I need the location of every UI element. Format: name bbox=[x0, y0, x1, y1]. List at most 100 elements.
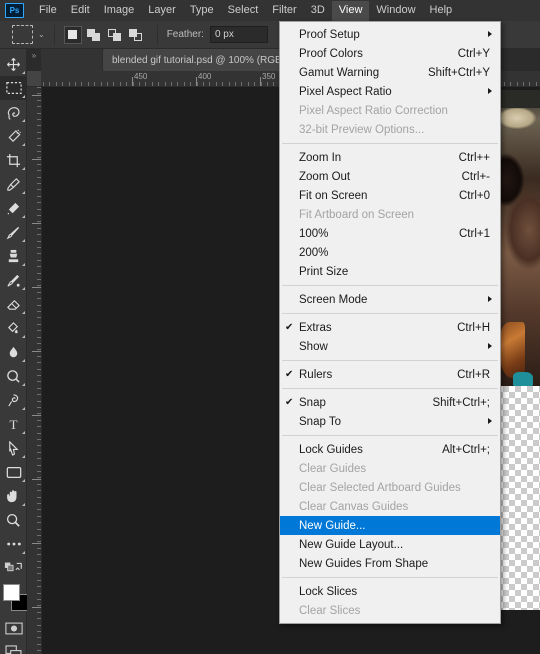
pen-tool[interactable] bbox=[0, 388, 27, 412]
edit-toolbar-ellipsis-icon[interactable] bbox=[0, 532, 27, 556]
menu-item-shortcut: Ctrl++ bbox=[458, 151, 490, 164]
menu-item-zoom-in[interactable]: Zoom In Ctrl++ bbox=[280, 148, 500, 167]
menu-item-proof-colors[interactable]: Proof Colors Ctrl+Y bbox=[280, 44, 500, 63]
menubar-item-help[interactable]: Help bbox=[423, 1, 460, 21]
ruler-tick bbox=[37, 247, 41, 248]
hand-tool[interactable] bbox=[0, 484, 27, 508]
ruler-tick bbox=[94, 82, 96, 86]
chevron-down-icon[interactable]: ⌄ bbox=[38, 30, 45, 39]
subtract-from-selection-button[interactable] bbox=[106, 26, 124, 44]
menubar-item-edit[interactable]: Edit bbox=[64, 1, 97, 21]
crop-tool[interactable] bbox=[0, 148, 27, 172]
menu-item-pixel-aspect-ratio[interactable]: Pixel Aspect Ratio bbox=[280, 82, 500, 101]
menu-item-new-guide[interactable]: New Guide... bbox=[280, 516, 500, 535]
ruler-tick bbox=[37, 579, 41, 581]
add-to-selection-button[interactable] bbox=[85, 26, 103, 44]
ruler-tick bbox=[37, 560, 41, 562]
default-colors-icon[interactable] bbox=[0, 556, 27, 580]
menu-item-gamut-warning[interactable]: Gamut Warning Shift+Ctrl+Y bbox=[280, 63, 500, 82]
rectangular-marquee-tool[interactable] bbox=[0, 76, 27, 100]
menu-item-fit-on-screen[interactable]: Fit on Screen Ctrl+0 bbox=[280, 186, 500, 205]
color-swatches[interactable] bbox=[0, 582, 28, 616]
menubar-item-type[interactable]: Type bbox=[183, 1, 221, 21]
ruler-tick bbox=[145, 82, 147, 86]
menu-item-snap-to[interactable]: Snap To bbox=[280, 412, 500, 431]
change-screen-mode-icon[interactable] bbox=[0, 640, 27, 654]
zoom-tool[interactable] bbox=[0, 508, 27, 532]
eraser-tool[interactable] bbox=[0, 292, 27, 316]
photoshop-logo-icon: Ps bbox=[5, 3, 24, 18]
check-icon: ✔ bbox=[285, 397, 294, 408]
blur-tool[interactable] bbox=[0, 340, 27, 364]
horizontal-type-tool[interactable]: T bbox=[0, 412, 27, 436]
menu-separator bbox=[282, 313, 498, 314]
new-selection-button[interactable] bbox=[63, 25, 82, 44]
collapsed-panel-tab[interactable] bbox=[41, 49, 103, 71]
ruler-major-tick bbox=[32, 351, 41, 352]
menu-item-extras[interactable]: ✔ Extras Ctrl+H bbox=[280, 318, 500, 337]
menubar-item-image[interactable]: Image bbox=[97, 1, 142, 21]
menu-item-snap[interactable]: ✔ Snap Shift+Ctrl+; bbox=[280, 393, 500, 412]
menu-item-shortcut: Alt+Ctrl+; bbox=[442, 443, 490, 456]
menubar-item-view[interactable]: View bbox=[331, 0, 370, 21]
menu-item-screen-mode[interactable]: Screen Mode bbox=[280, 290, 500, 309]
tool-group-corner-icon bbox=[22, 119, 25, 122]
marquee-dashed-icon[interactable] bbox=[12, 25, 33, 44]
menubar-item-3d[interactable]: 3D bbox=[304, 1, 332, 21]
ruler-tick bbox=[37, 138, 41, 140]
foreground-color-swatch[interactable] bbox=[3, 584, 20, 601]
ruler-tick bbox=[190, 82, 192, 86]
ruler-tick bbox=[37, 439, 41, 440]
menu-item-print-size[interactable]: Print Size bbox=[280, 262, 500, 281]
ruler-major-tick bbox=[32, 223, 41, 224]
gradient-tool[interactable] bbox=[0, 316, 27, 340]
menu-item-100[interactable]: 100% Ctrl+1 bbox=[280, 224, 500, 243]
tab-overflow-icon[interactable]: » bbox=[27, 49, 41, 71]
menu-item-label: Snap To bbox=[299, 415, 341, 428]
menu-item-new-guides-from-shape[interactable]: New Guides From Shape bbox=[280, 554, 500, 573]
menu-item-zoom-out[interactable]: Zoom Out Ctrl+- bbox=[280, 167, 500, 186]
view-menu-dropdown[interactable]: Proof Setup Proof Colors Ctrl+Y Gamut Warni… bbox=[279, 21, 501, 624]
path-selection-tool[interactable] bbox=[0, 436, 27, 460]
menubar-item-file[interactable]: File bbox=[32, 1, 64, 21]
menubar-item-layer[interactable]: Layer bbox=[141, 1, 183, 21]
spot-healing-brush-tool[interactable] bbox=[0, 196, 27, 220]
brush-tool[interactable] bbox=[0, 220, 27, 244]
menu-item-lock-guides[interactable]: Lock Guides Alt+Ctrl+; bbox=[280, 440, 500, 459]
rectangle-tool[interactable] bbox=[0, 460, 27, 484]
ruler-tick bbox=[75, 82, 76, 86]
menu-item-rulers[interactable]: ✔ Rulers Ctrl+R bbox=[280, 365, 500, 384]
quick-selection-tool[interactable] bbox=[0, 124, 27, 148]
menubar-item-window[interactable]: Window bbox=[369, 1, 422, 21]
quick-mask-mode-icon[interactable] bbox=[0, 616, 27, 640]
ruler-tick bbox=[37, 515, 41, 517]
menu-item-proof-setup[interactable]: Proof Setup bbox=[280, 25, 500, 44]
menu-separator bbox=[282, 577, 498, 578]
ruler-tick bbox=[37, 208, 41, 210]
ruler-origin-corner[interactable] bbox=[27, 71, 41, 86]
vertical-ruler[interactable] bbox=[27, 87, 42, 654]
feather-input[interactable]: 0 px bbox=[209, 26, 268, 43]
menubar-item-select[interactable]: Select bbox=[221, 1, 266, 21]
eyedropper-tool[interactable] bbox=[0, 172, 27, 196]
photoshop-window: Ps File Edit Image Layer Type Select Filter 3D V… bbox=[0, 0, 540, 654]
tool-group-corner-icon bbox=[22, 431, 25, 434]
menu-item-new-guide-layout[interactable]: New Guide Layout... bbox=[280, 535, 500, 554]
add-to-selection-icon bbox=[87, 28, 101, 41]
menu-item-shortcut: Shift+Ctrl+Y bbox=[428, 66, 490, 79]
history-brush-tool[interactable] bbox=[0, 268, 27, 292]
menu-item-show[interactable]: Show bbox=[280, 337, 500, 356]
artboard[interactable] bbox=[497, 90, 540, 610]
clone-stamp-tool[interactable] bbox=[0, 244, 27, 268]
transparency-checkerboard bbox=[497, 386, 540, 610]
divider bbox=[53, 24, 55, 45]
menu-item-200[interactable]: 200% bbox=[280, 243, 500, 262]
ruler-tick bbox=[37, 419, 41, 421]
ruler-major-tick bbox=[260, 77, 261, 86]
dodge-tool[interactable] bbox=[0, 364, 27, 388]
menubar-item-filter[interactable]: Filter bbox=[265, 1, 303, 21]
lasso-tool[interactable] bbox=[0, 100, 27, 124]
menu-item-lock-slices[interactable]: Lock Slices bbox=[280, 582, 500, 601]
intersect-selection-button[interactable] bbox=[127, 26, 145, 44]
move-tool[interactable] bbox=[0, 52, 27, 76]
